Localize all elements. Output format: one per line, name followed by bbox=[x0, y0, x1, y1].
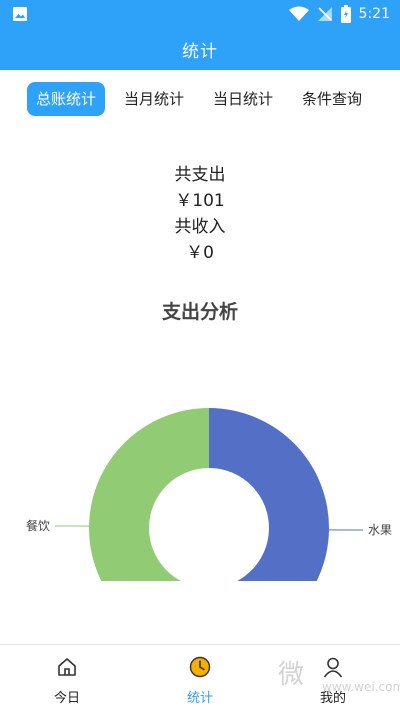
app-bar: 统计 bbox=[0, 28, 400, 70]
pie-label-1: 餐饮 bbox=[26, 518, 50, 533]
home-icon bbox=[56, 656, 78, 678]
tab-query[interactable]: 条件查询 bbox=[295, 82, 369, 116]
analysis-title: 支出分析 bbox=[0, 297, 400, 324]
watermark-url: www.wei.com bbox=[322, 680, 400, 694]
pie-label-0: 水果 bbox=[368, 523, 392, 537]
nav-item-today[interactable]: 今日 bbox=[0, 645, 134, 712]
status-bar: 5:21 bbox=[0, 0, 400, 28]
nav-item-stats[interactable]: 统计 bbox=[133, 645, 267, 712]
wifi-icon bbox=[289, 6, 309, 22]
tab-month[interactable]: 当月统计 bbox=[117, 82, 191, 116]
nav-label-today: 今日 bbox=[0, 687, 134, 706]
summary: 共支出 ￥101 共收入 ￥0 bbox=[0, 162, 400, 266]
image-icon bbox=[12, 6, 28, 22]
tab-total[interactable]: 总账统计 bbox=[27, 82, 105, 116]
tab-day[interactable]: 当日统计 bbox=[206, 82, 280, 116]
watermark-text: 微 bbox=[278, 654, 304, 691]
expense-pie-chart: 水果 餐饮 bbox=[0, 380, 400, 590]
expense-value: ￥101 bbox=[0, 188, 400, 214]
pie-slice-0 bbox=[205, 408, 329, 590]
status-time: 5:21 bbox=[359, 6, 390, 22]
expense-label: 共支出 bbox=[0, 162, 400, 188]
no-signal-icon bbox=[317, 6, 333, 22]
pie-slice-1 bbox=[89, 408, 209, 590]
watermark: 微 www.wei.com bbox=[278, 654, 390, 704]
nav-label-stats: 统计 bbox=[133, 687, 267, 706]
income-value: ￥0 bbox=[0, 240, 400, 266]
income-label: 共收入 bbox=[0, 214, 400, 240]
page-title: 统计 bbox=[182, 37, 218, 62]
clock-icon bbox=[189, 656, 211, 678]
battery-charging-icon bbox=[341, 5, 351, 23]
tab-bar: 总账统计 当月统计 当日统计 条件查询 bbox=[0, 82, 400, 116]
